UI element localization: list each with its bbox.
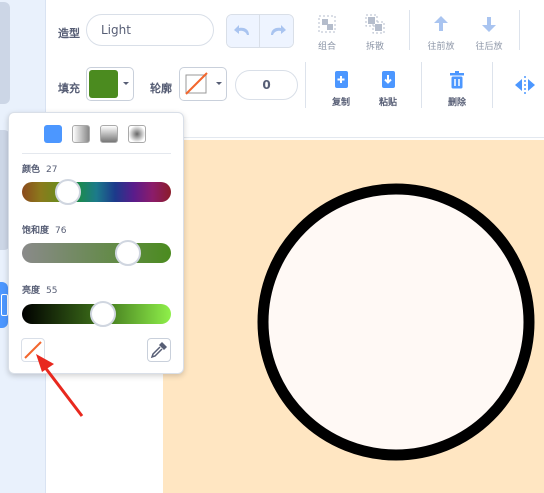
hue-label: 颜色 27 bbox=[22, 162, 57, 175]
toolbar-divider bbox=[492, 62, 493, 108]
saturation-label-text: 饱和度 bbox=[22, 226, 50, 236]
radial-gradient-mode[interactable] bbox=[128, 125, 146, 143]
brightness-slider[interactable] bbox=[22, 301, 171, 327]
group-button[interactable]: 组合 bbox=[307, 14, 347, 52]
vertical-gradient-mode[interactable] bbox=[100, 125, 118, 143]
forward-button[interactable]: 往前放 bbox=[421, 14, 461, 52]
brightness-label-text: 亮度 bbox=[22, 286, 41, 296]
flip-horizontal-button[interactable] bbox=[513, 73, 537, 101]
backward-label: 往后放 bbox=[475, 42, 503, 52]
undo-redo-group bbox=[226, 14, 294, 48]
brightness-slider-handle[interactable] bbox=[89, 301, 116, 327]
delete-label: 删除 bbox=[447, 98, 466, 108]
costume-name-input[interactable]: Light bbox=[86, 14, 214, 46]
popover-divider bbox=[22, 153, 171, 154]
undo-icon bbox=[234, 25, 249, 35]
toolbar-divider bbox=[421, 62, 422, 108]
copy-icon bbox=[335, 71, 348, 88]
copy-button[interactable]: 复制 bbox=[321, 70, 361, 108]
outline-label: 轮廓 bbox=[150, 82, 172, 95]
arrow-down-icon bbox=[482, 17, 496, 32]
toolbar-divider bbox=[305, 62, 306, 108]
backward-button[interactable]: 往后放 bbox=[469, 14, 509, 52]
paste-button[interactable]: 粘贴 bbox=[368, 70, 408, 108]
fill-label: 填充 bbox=[58, 82, 80, 95]
chevron-down-icon bbox=[216, 82, 222, 85]
eyedropper-icon bbox=[150, 342, 167, 359]
saturation-value: 76 bbox=[55, 226, 67, 236]
saturation-slider[interactable] bbox=[22, 240, 171, 266]
ungroup-button[interactable]: 拆散 bbox=[355, 14, 395, 52]
forward-label: 往前放 bbox=[427, 42, 455, 52]
brightness-label: 亮度 55 bbox=[22, 283, 57, 296]
annotation-arrow bbox=[36, 354, 84, 417]
group-label: 组合 bbox=[317, 42, 336, 52]
undo-button[interactable] bbox=[227, 15, 260, 47]
horizontal-gradient-mode[interactable] bbox=[72, 125, 90, 143]
chevron-down-icon bbox=[123, 82, 129, 85]
delete-button[interactable]: 删除 bbox=[437, 70, 477, 108]
brightness-value: 55 bbox=[46, 286, 58, 296]
hue-slider-handle[interactable] bbox=[55, 179, 82, 205]
costume-label: 造型 bbox=[58, 27, 80, 40]
rail-tab[interactable] bbox=[0, 2, 10, 104]
no-outline-icon bbox=[185, 72, 208, 95]
circle-shape[interactable] bbox=[163, 140, 544, 493]
outline-width-input[interactable]: 0 bbox=[235, 70, 298, 100]
fill-color-dropdown[interactable] bbox=[86, 67, 134, 101]
color-picker-popover: 颜色 27 饱和度 76 亮度 55 bbox=[8, 112, 184, 374]
saturation-label: 饱和度 76 bbox=[22, 223, 66, 236]
hue-slider[interactable] bbox=[22, 179, 171, 205]
saturation-slider-handle[interactable] bbox=[115, 240, 142, 266]
toolbar-divider bbox=[409, 10, 410, 50]
hue-label-text: 颜色 bbox=[22, 165, 41, 175]
outline-color-dropdown[interactable] bbox=[179, 67, 227, 101]
group-icon bbox=[318, 15, 336, 33]
hue-value: 27 bbox=[46, 165, 58, 175]
redo-button[interactable] bbox=[260, 15, 293, 47]
paste-icon bbox=[382, 71, 395, 88]
ungroup-icon bbox=[365, 14, 385, 34]
redo-icon bbox=[271, 25, 286, 35]
toolbar-divider bbox=[519, 10, 520, 50]
rail-tab-active[interactable] bbox=[0, 282, 8, 328]
arrow-up-icon bbox=[434, 16, 448, 31]
eyedropper-button[interactable] bbox=[147, 338, 171, 362]
trash-icon bbox=[450, 71, 464, 89]
solid-fill-mode[interactable] bbox=[44, 125, 62, 143]
flip-horizontal-icon bbox=[515, 76, 535, 94]
ungroup-label: 拆散 bbox=[365, 42, 384, 52]
paste-label: 粘贴 bbox=[378, 98, 397, 108]
copy-label: 复制 bbox=[331, 98, 350, 108]
fill-swatch bbox=[89, 70, 118, 98]
